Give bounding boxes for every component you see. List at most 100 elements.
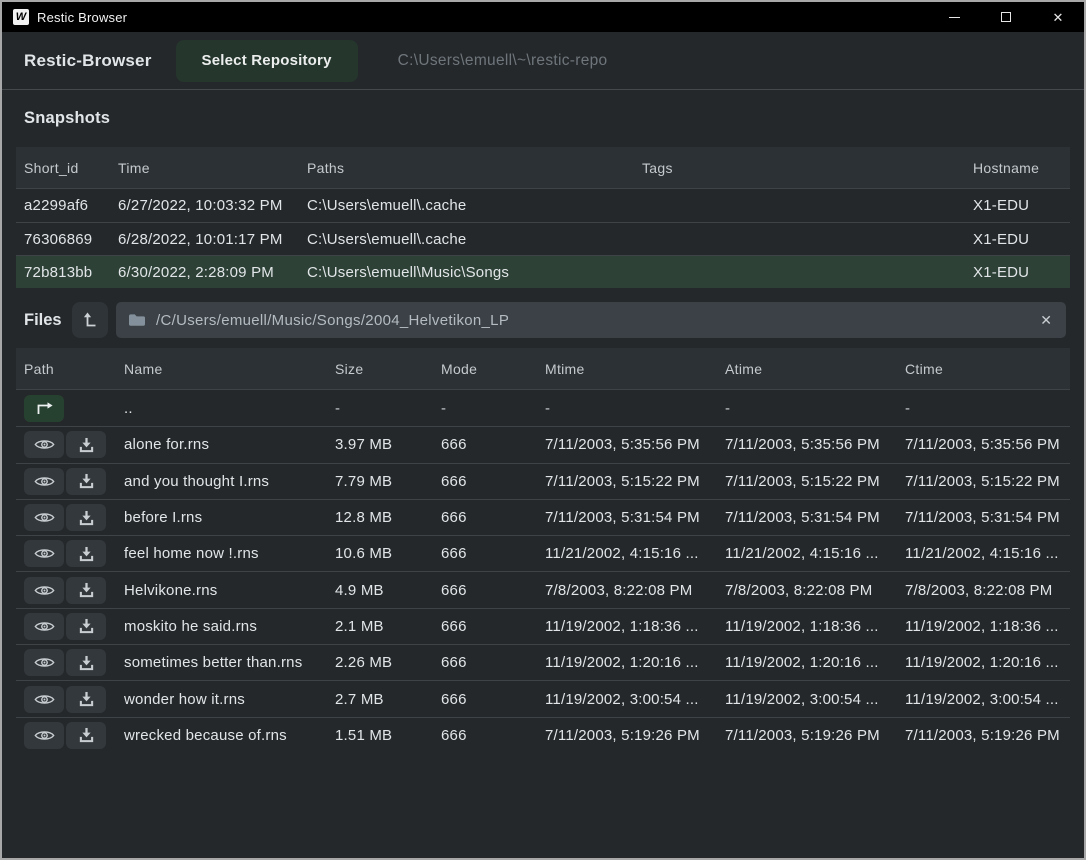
file-mtime: 11/19/2002, 3:00:54 ... bbox=[537, 691, 717, 708]
file-mtime: 7/11/2003, 5:31:54 PM bbox=[537, 509, 717, 526]
preview-file-button[interactable] bbox=[24, 722, 64, 749]
app-title: Restic-Browser bbox=[24, 51, 152, 71]
restore-file-button[interactable] bbox=[66, 540, 106, 567]
row-actions bbox=[16, 577, 116, 604]
preview-file-button[interactable] bbox=[24, 431, 64, 458]
row-actions bbox=[16, 686, 116, 713]
file-row[interactable]: feel home now !.rns 10.6 MB 666 11/21/20… bbox=[16, 535, 1070, 571]
file-atime: 11/19/2002, 1:18:36 ... bbox=[717, 618, 897, 635]
file-atime: - bbox=[717, 400, 897, 417]
file-row[interactable]: and you thought I.rns 7.79 MB 666 7/11/2… bbox=[16, 463, 1070, 499]
file-mode: 666 bbox=[433, 691, 537, 708]
file-row[interactable]: wonder how it.rns 2.7 MB 666 11/19/2002,… bbox=[16, 680, 1070, 716]
column-header-ctime: Ctime bbox=[897, 361, 1070, 377]
file-atime: 11/19/2002, 1:20:16 ... bbox=[717, 654, 897, 671]
snapshot-row[interactable]: a2299af6 6/27/2022, 10:03:32 PM C:\Users… bbox=[16, 189, 1070, 222]
preview-file-button[interactable] bbox=[24, 613, 64, 640]
file-row[interactable]: alone for.rns 3.97 MB 666 7/11/2003, 5:3… bbox=[16, 426, 1070, 462]
row-actions bbox=[16, 649, 116, 676]
restore-file-button[interactable] bbox=[66, 468, 106, 495]
restore-file-button[interactable] bbox=[66, 577, 106, 604]
minimize-button[interactable] bbox=[928, 2, 980, 32]
parent-directory-row[interactable]: .. - - - - - bbox=[16, 390, 1070, 426]
download-icon bbox=[79, 473, 94, 489]
maximize-button[interactable] bbox=[980, 2, 1032, 32]
file-mode: 666 bbox=[433, 582, 537, 599]
download-icon bbox=[79, 437, 94, 453]
file-row[interactable]: moskito he said.rns 2.1 MB 666 11/19/200… bbox=[16, 608, 1070, 644]
snapshot-short-id: a2299af6 bbox=[16, 197, 110, 214]
eye-icon bbox=[34, 546, 55, 561]
files-bar: Files /C/Users/emuell/Music/Songs/2004_H… bbox=[2, 302, 1084, 338]
preview-file-button[interactable] bbox=[24, 577, 64, 604]
eye-icon bbox=[34, 583, 55, 598]
file-ctime: 11/19/2002, 1:20:16 ... bbox=[897, 654, 1070, 671]
file-name: moskito he said.rns bbox=[116, 618, 327, 635]
files-table: Path Name Size Mode Mtime Atime Ctime bbox=[16, 348, 1070, 753]
snapshot-time: 6/30/2022, 2:28:09 PM bbox=[110, 264, 299, 281]
file-size: 12.8 MB bbox=[327, 509, 433, 526]
file-size: 7.79 MB bbox=[327, 473, 433, 490]
preview-file-button[interactable] bbox=[24, 504, 64, 531]
repository-path: C:\Users\emuell\~\restic-repo bbox=[398, 52, 608, 70]
path-bar[interactable]: /C/Users/emuell/Music/Songs/2004_Helveti… bbox=[116, 302, 1066, 338]
file-row[interactable]: sometimes better than.rns 2.26 MB 666 11… bbox=[16, 644, 1070, 680]
close-button[interactable]: ✕ bbox=[1032, 2, 1084, 32]
snapshot-row-selected[interactable]: 72b813bb 6/30/2022, 2:28:09 PM C:\Users\… bbox=[16, 255, 1070, 288]
file-size: 2.7 MB bbox=[327, 691, 433, 708]
column-header-path: Path bbox=[16, 361, 116, 377]
file-atime: 7/11/2003, 5:19:26 PM bbox=[717, 727, 897, 744]
download-icon bbox=[79, 546, 94, 562]
file-row[interactable]: Helvikone.rns 4.9 MB 666 7/8/2003, 8:22:… bbox=[16, 571, 1070, 607]
file-mtime: 11/21/2002, 4:15:16 ... bbox=[537, 545, 717, 562]
restore-file-button[interactable] bbox=[66, 613, 106, 640]
go-to-parent-button[interactable] bbox=[24, 395, 64, 422]
column-header-mode: Mode bbox=[433, 361, 537, 377]
file-mtime: 11/19/2002, 1:20:16 ... bbox=[537, 654, 717, 671]
file-name: before I.rns bbox=[116, 509, 327, 526]
file-size: 2.1 MB bbox=[327, 618, 433, 635]
file-name: .. bbox=[116, 400, 327, 417]
select-repository-button[interactable]: Select Repository bbox=[176, 40, 358, 82]
file-name: sometimes better than.rns bbox=[116, 654, 327, 671]
row-actions bbox=[16, 468, 116, 495]
preview-file-button[interactable] bbox=[24, 468, 64, 495]
download-icon bbox=[79, 618, 94, 634]
clear-path-button[interactable]: ✕ bbox=[1038, 312, 1054, 329]
restore-file-button[interactable] bbox=[66, 649, 106, 676]
restore-file-button[interactable] bbox=[66, 431, 106, 458]
eye-icon bbox=[34, 510, 55, 525]
preview-file-button[interactable] bbox=[24, 649, 64, 676]
file-ctime: 7/8/2003, 8:22:08 PM bbox=[897, 582, 1070, 599]
file-row[interactable]: wrecked because of.rns 1.51 MB 666 7/11/… bbox=[16, 717, 1070, 753]
snapshot-row[interactable]: 76306869 6/28/2022, 10:01:17 PM C:\Users… bbox=[16, 222, 1070, 255]
file-name: alone for.rns bbox=[116, 436, 327, 453]
restore-file-button[interactable] bbox=[66, 504, 106, 531]
maximize-icon bbox=[1001, 12, 1011, 22]
preview-file-button[interactable] bbox=[24, 686, 64, 713]
restore-file-button[interactable] bbox=[66, 686, 106, 713]
wails-logo-icon: W bbox=[13, 9, 29, 25]
file-mtime: 7/11/2003, 5:15:22 PM bbox=[537, 473, 717, 490]
file-name: wrecked because of.rns bbox=[116, 727, 327, 744]
file-mode: 666 bbox=[433, 436, 537, 453]
download-icon bbox=[79, 727, 94, 743]
eye-icon bbox=[34, 474, 55, 489]
column-header-tags: Tags bbox=[634, 160, 965, 176]
download-icon bbox=[79, 691, 94, 707]
snapshot-paths: C:\Users\emuell\Music\Songs bbox=[299, 264, 634, 281]
dump-snapshot-button[interactable] bbox=[72, 302, 108, 338]
file-mode: 666 bbox=[433, 727, 537, 744]
file-atime: 11/19/2002, 3:00:54 ... bbox=[717, 691, 897, 708]
restore-file-button[interactable] bbox=[66, 722, 106, 749]
file-atime: 7/11/2003, 5:31:54 PM bbox=[717, 509, 897, 526]
file-name: feel home now !.rns bbox=[116, 545, 327, 562]
close-icon: ✕ bbox=[1053, 11, 1064, 24]
app-header: Restic-Browser Select Repository C:\User… bbox=[2, 32, 1084, 90]
file-size: 10.6 MB bbox=[327, 545, 433, 562]
preview-file-button[interactable] bbox=[24, 540, 64, 567]
column-header-mtime: Mtime bbox=[537, 361, 717, 377]
column-header-hostname: Hostname bbox=[965, 160, 1070, 176]
file-row[interactable]: before I.rns 12.8 MB 666 7/11/2003, 5:31… bbox=[16, 499, 1070, 535]
download-icon bbox=[79, 510, 94, 526]
